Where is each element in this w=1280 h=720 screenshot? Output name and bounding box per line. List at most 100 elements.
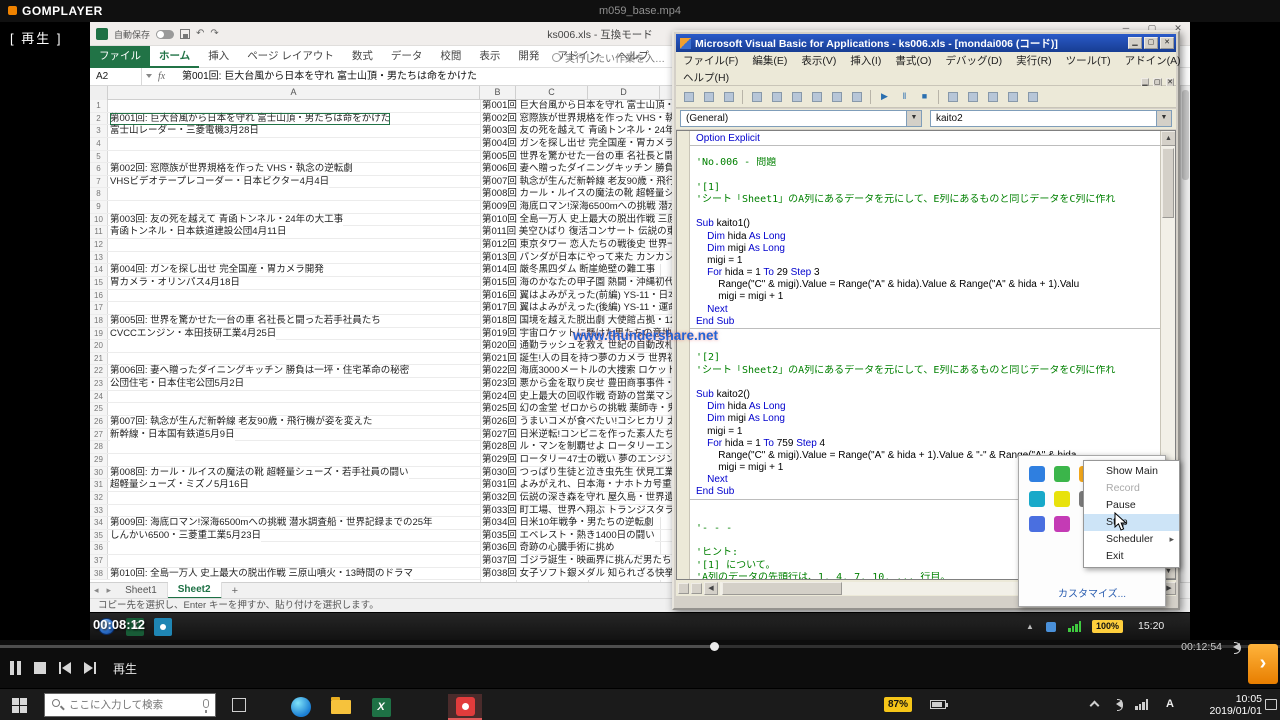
row-number[interactable]: 37 [90,555,108,567]
chevron-down-icon[interactable] [146,74,152,78]
recorder-taskbar-icon[interactable] [154,618,172,636]
cell-B3[interactable]: 第003回 友の死を越えて 青函トンネル・24年の大工事 [482,125,672,137]
row-number[interactable]: 12 [90,239,108,251]
tray-chevron-icon[interactable]: ▲ [1026,622,1034,631]
close-icon[interactable]: ✕ [1160,37,1174,49]
row-number[interactable]: 1 [90,100,108,112]
minimize-icon[interactable]: ▁ [1128,37,1142,49]
cell-B4[interactable]: 第004回 ガンを探し出せ 完全国産・胃カメラ開発 [482,138,672,150]
cell-A7[interactable]: VHSビデオテープレコーダー・日本ビクター4月4日 [110,176,329,188]
tray-app-icon[interactable] [1046,622,1056,632]
context-menu-item-exit[interactable]: Exit [1084,548,1179,565]
code-line[interactable]: End Sub [690,316,1160,328]
column-header-C[interactable]: C [516,86,588,100]
row-number[interactable]: 4 [90,138,108,150]
code-line[interactable]: Dim migi As Long [690,243,1160,255]
row-number[interactable]: 15 [90,277,108,289]
vba-menu-7[interactable]: ツール(T) [1059,53,1118,68]
full-module-view-button[interactable] [691,583,702,594]
procedure-view-button[interactable] [678,583,689,594]
row-number[interactable]: 16 [90,290,108,302]
row-number[interactable]: 18 [90,315,108,327]
cell-B6[interactable]: 第006回 妻へ贈ったダイニングキッチン 勝負は一坪・住宅革命の秘密 [482,163,672,175]
scroll-left-icon[interactable]: ◀ [704,582,718,595]
cell-A22[interactable]: 第006回: 妻へ贈ったダイニングキッチン 勝負は一坪・住宅革命の秘密 [110,365,409,377]
cell-B34[interactable]: 第034回 日米10年戦争・男たちの逆転劇 [482,517,654,529]
context-menu-item-record[interactable]: Record [1084,480,1179,497]
row-number[interactable]: 33 [90,505,108,517]
cell-B29[interactable]: 第029回 ロータリー47士の戦い 夢のエンジン・廃墟からの誕生 [482,454,672,466]
ime-indicator[interactable]: A [1166,698,1174,710]
seek-knob[interactable] [710,642,719,651]
vba-menu-3[interactable]: 挿入(I) [843,53,888,68]
row-number[interactable]: 27 [90,429,108,441]
code-line[interactable] [690,328,1160,340]
cell-B14[interactable]: 第014回 厳冬黒四ダム 断崖絶壁の難工事 [482,264,655,276]
name-box[interactable]: A2 [90,68,142,86]
select-all-corner[interactable] [90,86,108,100]
row-number[interactable]: 23 [90,378,108,390]
tray-icon-1[interactable] [1054,466,1070,482]
row-number[interactable]: 29 [90,454,108,466]
row-number[interactable]: 32 [90,492,108,504]
cell-B13[interactable]: 第013回 パンダが日本にやって来た カンカン重病・知られざる11日間 [482,252,672,264]
cell-A19[interactable]: CVCCエンジン・本田技研工業4月25日 [110,328,276,340]
cell-A3[interactable]: 富士山レーダー・三菱電機3月28日 [110,125,259,137]
row-number[interactable]: 8 [90,188,108,200]
excel-taskbar-icon[interactable]: X [364,694,398,720]
cell-A14[interactable]: 第004回: ガンを探し出せ 完全国産・胃カメラ開発 [110,264,324,276]
taskbar-clock[interactable]: 10:05 2019/01/01 [1196,693,1262,717]
cut-icon[interactable] [748,88,765,105]
code-line[interactable]: Sub kaito2() [690,389,1160,401]
cell-A2[interactable]: 第001回: 巨大台風から日本を守れ 富士山頂・男たちは命をかけた [110,113,390,125]
cell-B21[interactable]: 第021回 誕生!人の目を持つ夢のカメラ 世界初・自動焦点 [482,353,672,365]
cell-B10[interactable]: 第010回 全島一万人 史上最大の脱出作戦 三原山噴火・13時間のドラマ [482,214,672,226]
code-line[interactable]: '[2] [690,352,1160,364]
tell-me-box[interactable]: 実行したい作業を入力してください [552,46,665,68]
cell-B32[interactable]: 第032回 伝説の深き森を守れ 屋久島・世界遺産への道 [482,492,672,504]
insert-object-icon[interactable] [700,88,717,105]
context-menu-item-scheduler[interactable]: Scheduler▸ [1084,531,1179,548]
redo-icon[interactable] [848,88,865,105]
row-number[interactable]: 2 [90,113,108,125]
autosave-toggle[interactable] [156,30,174,39]
code-line[interactable]: 'No.006 - 問題 [690,157,1160,169]
row-number[interactable]: 35 [90,530,108,542]
ribbon-tab-7[interactable]: 表示 [470,46,509,68]
code-line[interactable]: migi = migi + 1 [690,291,1160,303]
undo-icon[interactable] [828,88,845,105]
cell-B30[interactable]: 第030回 つっぱり生徒と泣き虫先生 伏見工業ラグビー部・日本一 [482,467,672,479]
cell-A10[interactable]: 第003回: 友の死を越えて 青函トンネル・24年の大工事 [110,214,343,226]
row-number[interactable]: 26 [90,416,108,428]
row-number[interactable]: 34 [90,517,108,529]
context-menu-item-pause[interactable]: Pause [1084,497,1179,514]
microphone-icon[interactable] [203,699,209,708]
cell-B26[interactable]: 第026回 うまいコメが食べたい!コシヒカリ 太陽に挑んだ男たち [482,416,672,428]
code-line[interactable]: '[1] [690,182,1160,194]
new-sheet-button[interactable]: + [232,585,238,597]
row-number[interactable]: 10 [90,214,108,226]
playlist-panel-button[interactable]: › [1248,644,1278,684]
cell-A23[interactable]: 公団住宅・日本住宅公団5月2日 [110,378,244,390]
ribbon-tab-0[interactable]: ファイル [90,46,150,68]
stop-button[interactable] [34,662,46,674]
cell-A15[interactable]: 胃カメラ・オリンパス4月18日 [110,277,240,289]
sheet-nav-right-icon[interactable]: ▸ [103,585,116,596]
redo-icon[interactable]: ↷ [210,29,218,39]
tray-icon-6[interactable] [1054,491,1070,507]
cell-B35[interactable]: 第035回 エベレスト・熱き1400日の闘い [482,530,655,542]
cell-B15[interactable]: 第015回 海のかなたの甲子園 熱闘・沖縄初代表 [482,277,672,289]
vba-menu-1[interactable]: 編集(E) [745,53,794,68]
code-line[interactable] [690,145,1160,157]
row-number[interactable]: 30 [90,467,108,479]
code-line[interactable]: migi = 1 [690,255,1160,267]
task-view-button[interactable] [232,698,246,712]
run-icon[interactable]: ▶ [876,88,893,105]
vba-menu-5[interactable]: デバッグ(D) [939,53,1010,68]
speaker-icon[interactable] [1116,700,1122,708]
player-titlebar[interactable]: GOMPLAYER m059_base.mp4 [0,0,1280,22]
code-line[interactable]: Next [690,304,1160,316]
code-line[interactable] [690,340,1160,352]
cell-A38[interactable]: 第010回: 全島一万人 史上最大の脱出作戦 三原山噴火・13時間のドラマ [110,568,413,580]
row-number[interactable]: 22 [90,365,108,377]
